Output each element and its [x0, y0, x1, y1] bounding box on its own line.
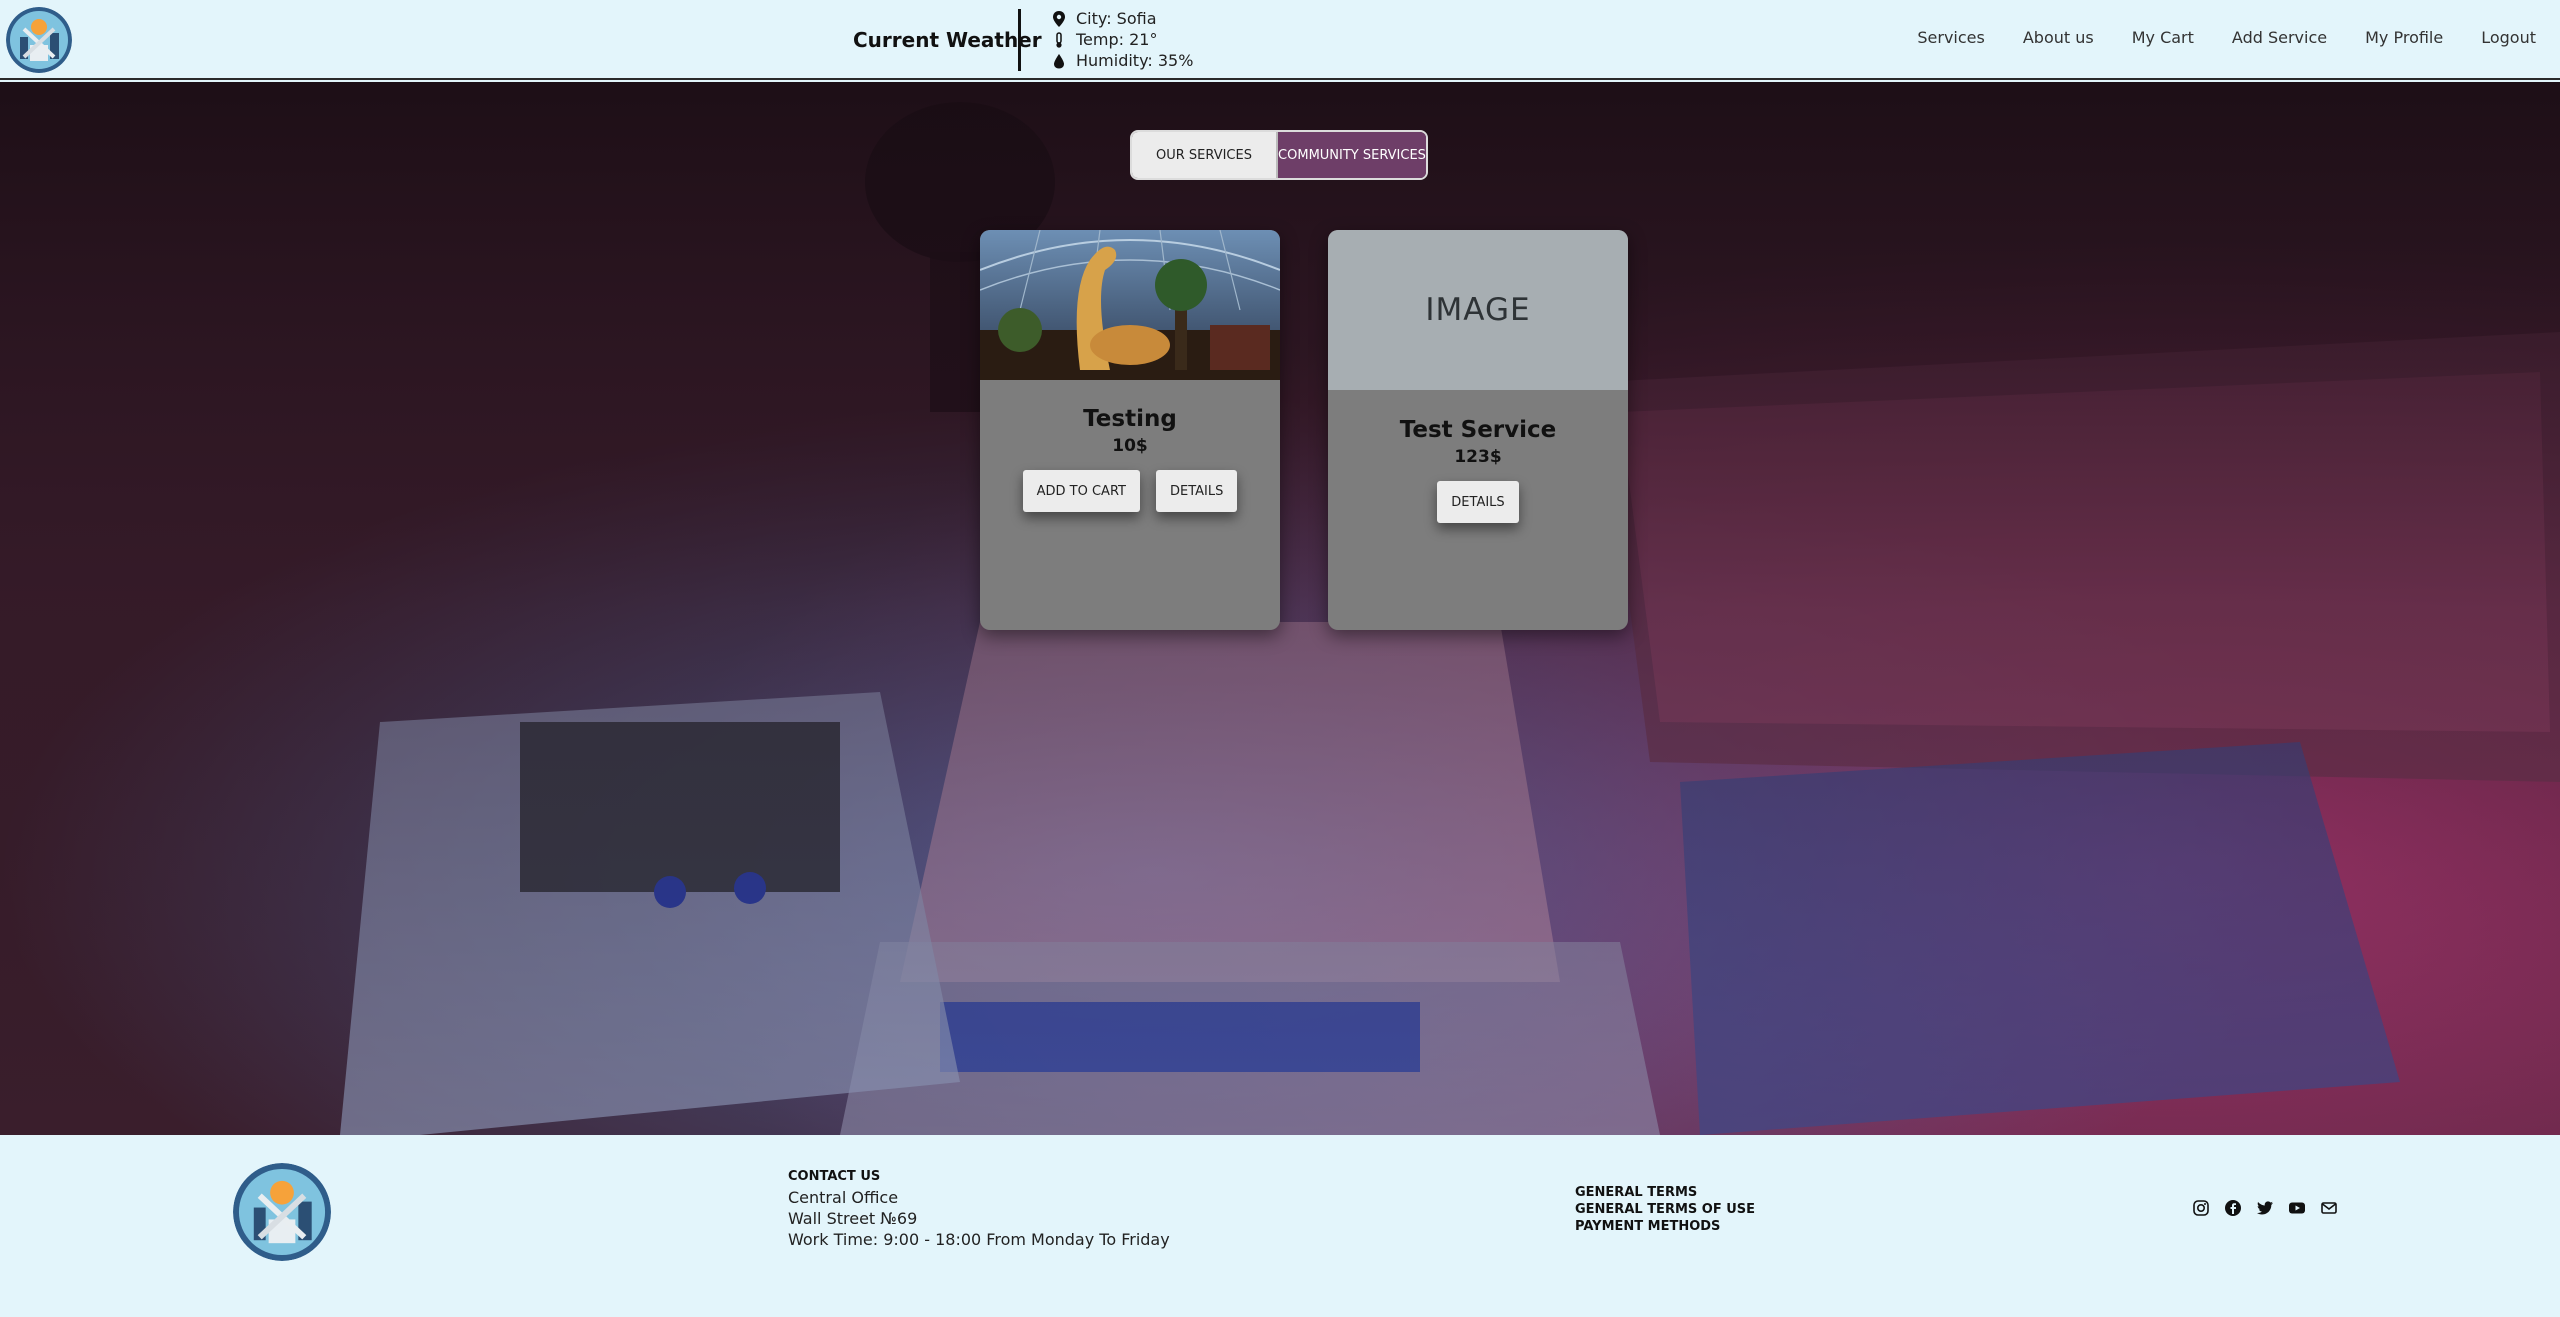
weather-humidity: Humidity: 35% [1052, 50, 1193, 71]
tab-community-services[interactable]: COMMUNITY SERVICES [1278, 132, 1426, 178]
payment-methods-link[interactable]: PAYMENT METHODS [1575, 1218, 1755, 1235]
contact-office: Central Office [788, 1188, 899, 1207]
tab-our-services[interactable]: OUR SERVICES [1132, 132, 1278, 178]
details-button[interactable]: DETAILS [1155, 470, 1238, 512]
nav-logout[interactable]: Logout [2481, 28, 2536, 47]
weather-divider [1018, 9, 1021, 71]
weather-temp: Temp: 21° [1052, 29, 1193, 50]
weather-humidity-text: Humidity: 35% [1076, 51, 1194, 70]
weather-info: City: Sofia Temp: 21° Humidity: 35% [1052, 8, 1193, 71]
thermometer-icon [1056, 31, 1062, 48]
facebook-icon[interactable] [2223, 1198, 2243, 1218]
social-links [2191, 1198, 2339, 1218]
service-card-image [980, 230, 1280, 380]
contact-heading: CONTACT US [788, 1169, 881, 1184]
water-drop-icon [1054, 53, 1064, 68]
general-terms-link[interactable]: GENERAL TERMS [1575, 1184, 1755, 1201]
hero-background-image [0, 82, 2560, 1135]
nav-my-cart[interactable]: My Cart [2132, 28, 2194, 47]
services-tabs: OUR SERVICES COMMUNITY SERVICES [1130, 130, 1428, 180]
nav-about-us[interactable]: About us [2023, 28, 2094, 47]
hero-section: OUR SERVICES COMMUNITY SERVICES Testing … [0, 82, 2560, 1135]
service-card-title: Test Service [1399, 417, 1557, 443]
weather-city: City: Sofia [1052, 8, 1193, 29]
youtube-icon[interactable] [2287, 1198, 2307, 1218]
instagram-icon[interactable] [2191, 1198, 2211, 1218]
weather-title: Current Weather [853, 28, 1042, 52]
service-card-price: 123$ [1454, 447, 1502, 467]
nav-services[interactable]: Services [1917, 28, 1984, 47]
nav-my-profile[interactable]: My Profile [2365, 28, 2443, 47]
service-card: IMAGE Test Service 123$ DETAILS [1328, 230, 1628, 630]
contact-section: CONTACT US Central Office Wall Street №6… [788, 1169, 1170, 1250]
site-logo[interactable] [6, 7, 72, 73]
main-nav: Services About us My Cart Add Service My… [1917, 28, 2536, 47]
weather-temp-text: Temp: 21° [1076, 30, 1158, 49]
service-card-title: Testing [1083, 406, 1177, 432]
weather-city-text: City: Sofia [1076, 9, 1157, 28]
terms-links: GENERAL TERMS GENERAL TERMS OF USE PAYME… [1575, 1184, 1755, 1235]
service-card-image-placeholder: IMAGE [1328, 230, 1628, 390]
site-header: Current Weather City: Sofia Temp: 21° Hu… [0, 0, 2560, 80]
nav-add-service[interactable]: Add Service [2232, 28, 2327, 47]
service-card-price: 10$ [1112, 436, 1148, 456]
contact-work-time: Work Time: 9:00 - 18:00 From Monday To F… [788, 1230, 1170, 1249]
location-pin-icon [1053, 10, 1065, 27]
service-card: Testing 10$ ADD TO CART DETAILS [980, 230, 1280, 630]
site-footer: CONTACT US Central Office Wall Street №6… [0, 1135, 2560, 1317]
footer-logo[interactable] [233, 1163, 331, 1261]
service-card-actions: DETAILS [1328, 481, 1628, 523]
terms-of-use-link[interactable]: GENERAL TERMS OF USE [1575, 1201, 1755, 1218]
details-button[interactable]: DETAILS [1437, 481, 1519, 523]
service-card-actions: ADD TO CART DETAILS [980, 470, 1280, 512]
contact-address: Wall Street №69 [788, 1209, 918, 1228]
add-to-cart-button[interactable]: ADD TO CART [1022, 470, 1140, 512]
twitter-icon[interactable] [2255, 1198, 2275, 1218]
email-icon[interactable] [2319, 1198, 2339, 1218]
